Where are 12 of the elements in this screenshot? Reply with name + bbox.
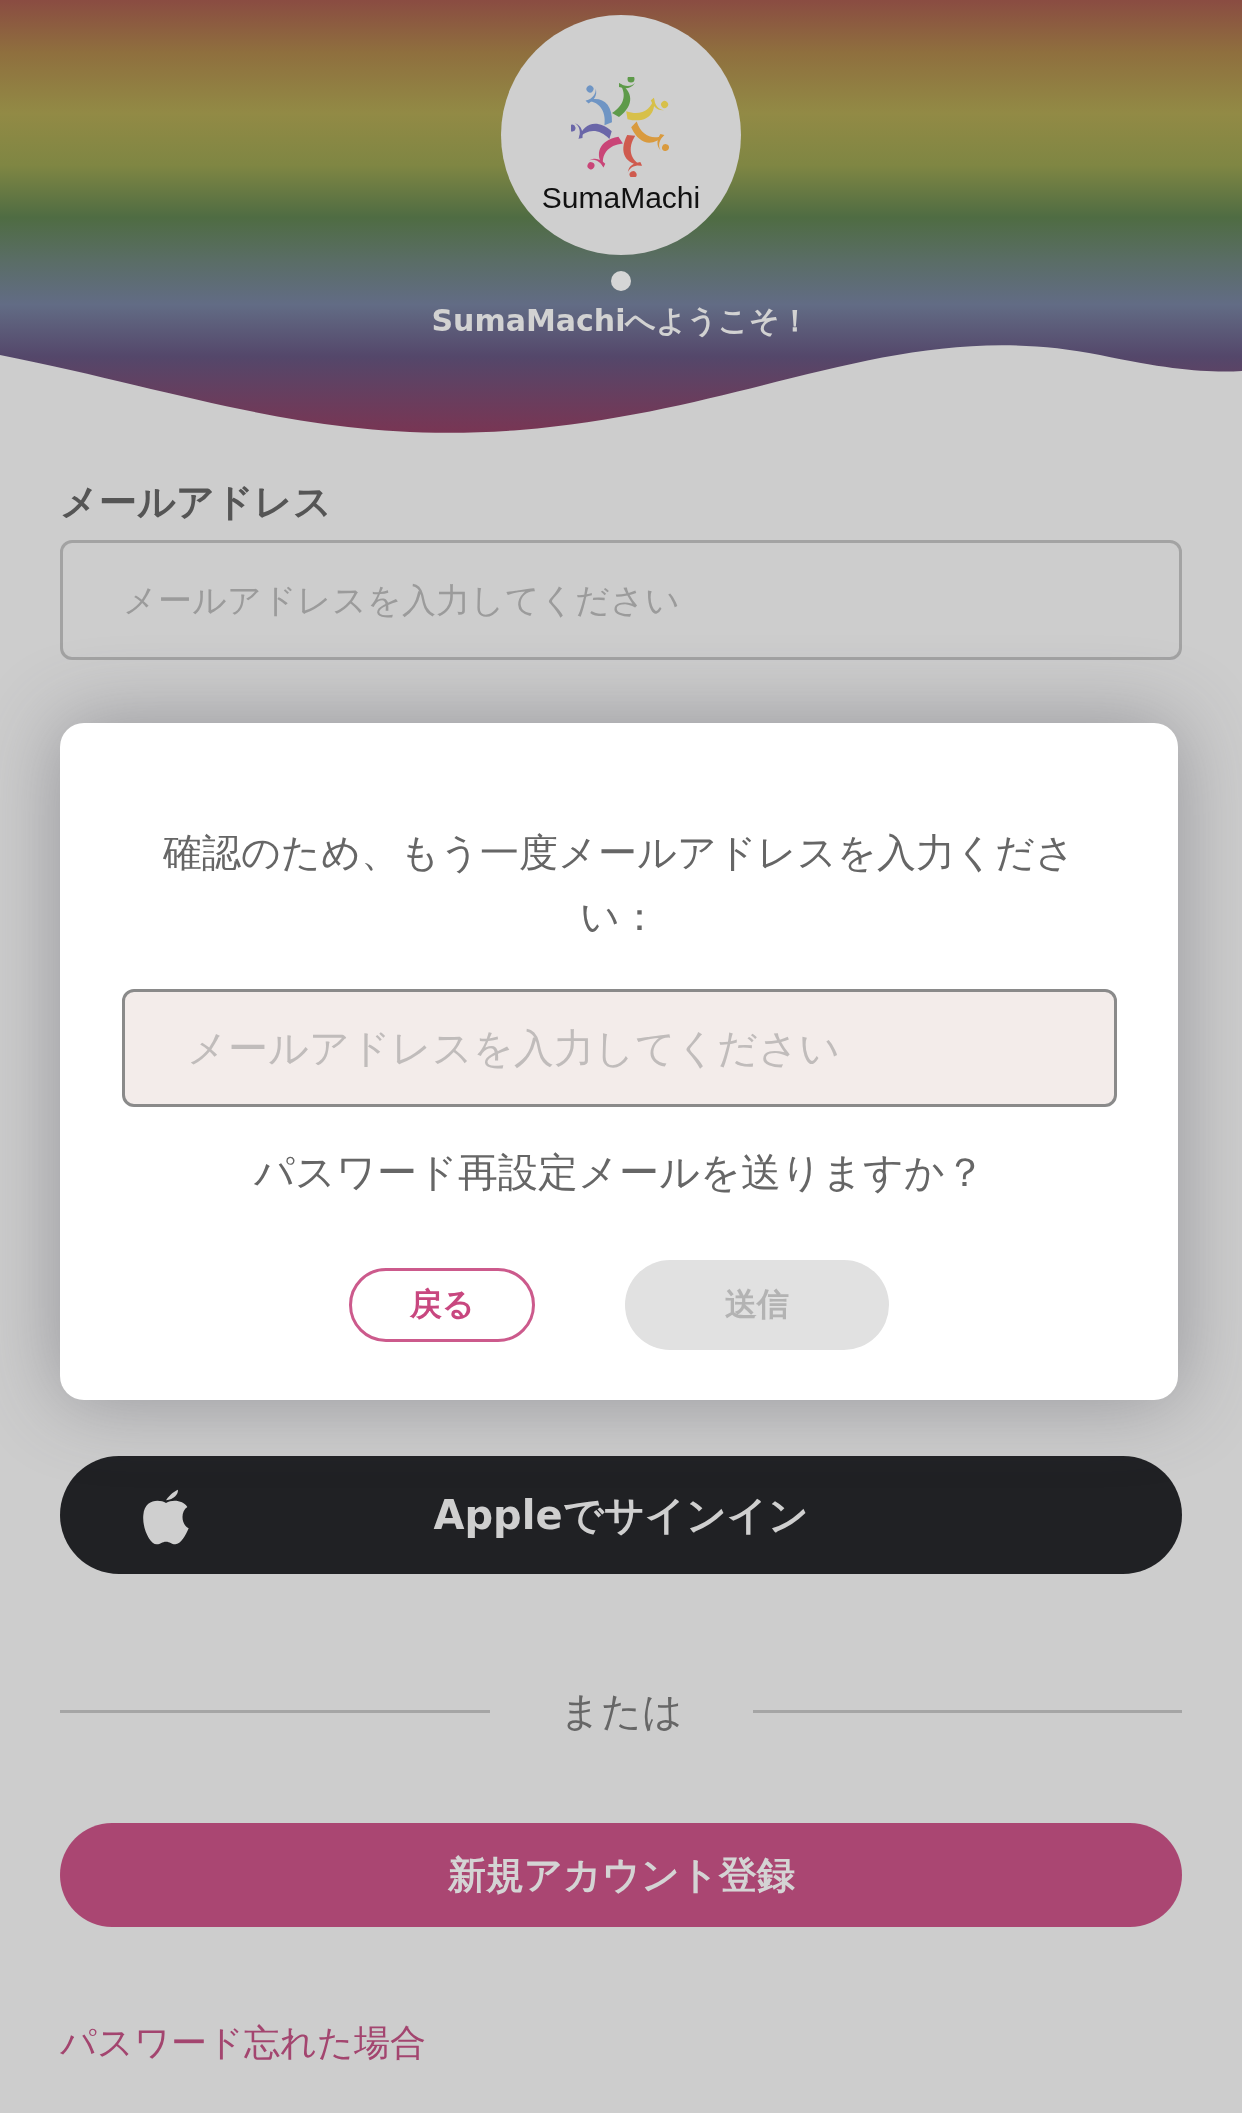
back-button[interactable]: 戻る [349,1268,535,1342]
register-button[interactable]: 新規アカウント登録 [60,1823,1182,1927]
dialog-message: 確認のため、もう一度メールアドレスを入力ください： [162,829,1076,941]
page-dot-icon [611,271,631,291]
forgot-password-link[interactable]: パスワード忘れた場合 [60,2019,426,2068]
or-divider-text: または [558,1687,684,1736]
welcome-title: SumaMachiへようこそ！ [431,302,811,340]
dialog-question: パスワード再設定メールを送りますか？ [253,1148,985,1197]
apple-sign-in-button[interactable]: Appleでサインイン [60,1456,1182,1574]
flower-logo-icon [571,77,671,177]
email-label: メールアドレス [60,479,333,526]
logo-text: SumaMachi [541,181,701,215]
